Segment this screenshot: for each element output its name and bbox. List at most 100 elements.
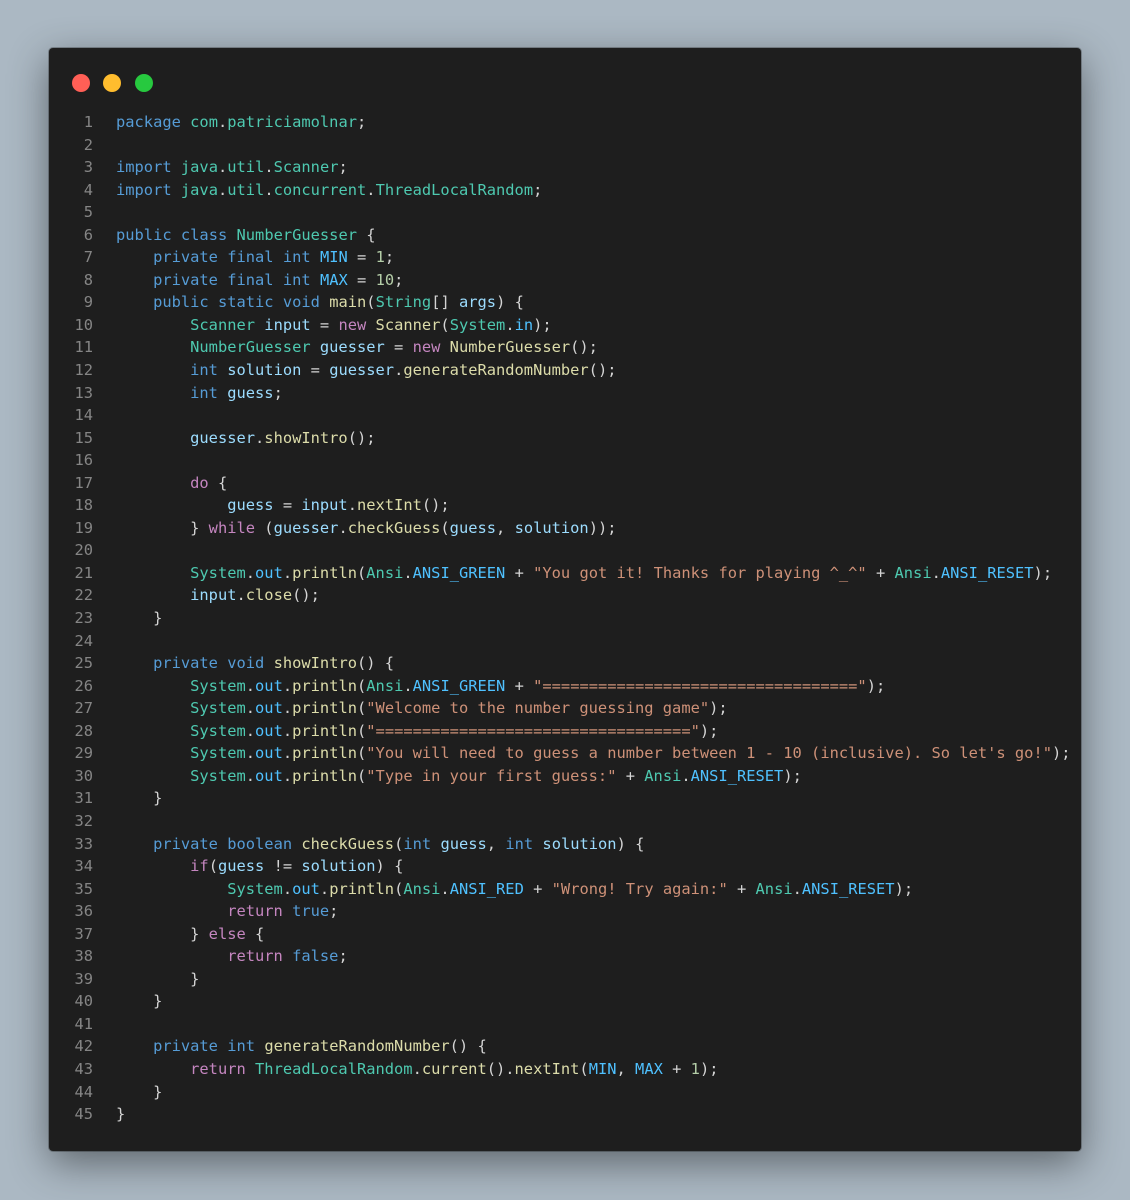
code-token: ) { (375, 857, 404, 876)
code-line: 35 System.out.println(Ansi.ANSI_RED + "W… (49, 878, 1081, 901)
code-token: NumberGuesser (449, 338, 571, 357)
code-line: 18 guess = input.nextInt(); (49, 494, 1081, 517)
code-token: java (180, 180, 218, 199)
line-number: 3 (83, 158, 93, 177)
code-token: ; (533, 180, 543, 199)
code-token: false (292, 947, 339, 966)
code-token: . (282, 676, 293, 695)
code-token: . (255, 428, 265, 447)
code-token: util (227, 158, 265, 177)
code-token: ANSI_RESET (940, 563, 1034, 582)
code-token: . (412, 1059, 422, 1078)
code-token: ThreadLocalRandom (375, 180, 534, 199)
code-token: . (245, 563, 256, 582)
code-token: , (486, 834, 506, 853)
code-line: 2 (49, 134, 1081, 157)
close-button[interactable] (72, 74, 90, 92)
code-token: return (190, 1059, 246, 1078)
code-token: out (292, 879, 320, 898)
code-token: return (227, 947, 283, 966)
code-token: while (208, 518, 256, 537)
code-line: 30 System.out.println("Type in your firs… (49, 765, 1081, 788)
code-token: ( (440, 518, 450, 537)
code-line: 5 (49, 201, 1081, 224)
code-token: (); (347, 428, 376, 447)
minimize-button[interactable] (103, 74, 121, 92)
code-line: 15 guesser.showIntro(); (49, 427, 1081, 450)
code-line: 19 } while (guesser.checkGuess(guess, so… (49, 517, 1081, 540)
line-number: 19 (74, 518, 93, 537)
code-token: ( (357, 766, 367, 785)
code-token: . (403, 563, 413, 582)
code-text: private int generateRandomNumber() { (116, 1035, 487, 1058)
code-token: ANSI_GREEN (412, 676, 506, 695)
code-token: do (190, 473, 209, 492)
code-token: "You got it! Thanks for playing ^_^" (533, 563, 867, 582)
code-line: 31 } (49, 787, 1081, 810)
code-token: . (236, 586, 246, 605)
code-token: { (208, 473, 228, 492)
line-number: 8 (83, 270, 93, 289)
code-token: in (514, 315, 534, 334)
maximize-button[interactable] (135, 74, 153, 92)
code-token: } (116, 1082, 163, 1101)
code-line: 24 (49, 630, 1081, 653)
code-token: 1 (375, 248, 385, 267)
code-token: = (273, 496, 302, 515)
code-token: "Welcome to the number guessing game" (366, 699, 710, 718)
code-line: 22 input.close(); (49, 584, 1081, 607)
code-token: out (255, 744, 283, 763)
code-token: , (616, 1059, 636, 1078)
line-number: 18 (74, 496, 93, 515)
code-token: Ansi (403, 879, 441, 898)
code-token: final (227, 270, 274, 289)
code-token: solution (514, 518, 589, 537)
code-token: NumberGuesser (190, 338, 311, 357)
code-token: static (217, 293, 274, 312)
line-number: 16 (74, 451, 93, 470)
code-text: } (116, 968, 199, 991)
code-token: + (523, 879, 552, 898)
code-token: out (255, 721, 283, 740)
code-text: int solution = guesser.generateRandomNum… (116, 359, 616, 382)
code-token: } (116, 992, 163, 1011)
code-token: "Wrong! Try again:" (551, 879, 728, 898)
code-token: return (227, 902, 283, 921)
code-token: . (264, 158, 274, 177)
code-token: ; (338, 158, 348, 177)
code-token: MIN (319, 248, 348, 267)
code-token: . (264, 180, 274, 199)
code-token: checkGuess (347, 518, 441, 537)
code-token: int (282, 248, 311, 267)
line-number: 24 (74, 631, 93, 650)
code-token: else (208, 924, 246, 943)
code-token: println (292, 699, 357, 718)
code-token: ); (1051, 744, 1071, 763)
code-text: import java.util.Scanner; (116, 156, 348, 179)
code-token: String (375, 293, 432, 312)
code-text: private final int MIN = 1; (116, 246, 394, 269)
code-token: if (190, 857, 209, 876)
code-token: println (292, 744, 357, 763)
code-token: public (153, 293, 209, 312)
code-token: new (412, 338, 441, 357)
code-token: concurrent (273, 180, 367, 199)
code-token: void (227, 654, 265, 673)
line-number: 29 (74, 744, 93, 763)
code-token: ; (394, 270, 404, 289)
code-text: } else { (116, 923, 264, 946)
code-text: } (116, 787, 162, 810)
